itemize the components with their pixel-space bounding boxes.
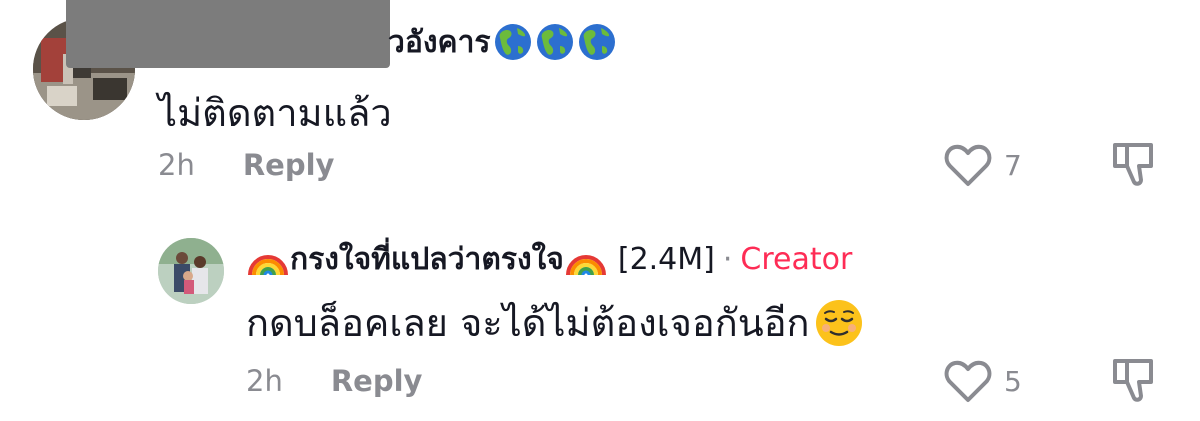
reply-meta: 2h Reply (246, 364, 422, 398)
comment-meta: 2h Reply (158, 148, 334, 182)
heart-outline-icon (944, 144, 992, 186)
globe-americas-emoji (578, 24, 615, 60)
rainbow-emoji (248, 255, 288, 276)
reply-button[interactable]: Reply (243, 148, 335, 182)
comment-username[interactable]: วอังคาร (388, 20, 617, 64)
username-text: วอังคาร (388, 24, 491, 60)
redacted-username (66, 0, 390, 68)
creator-badge: Creator (740, 241, 853, 277)
globe-americas-emoji (536, 24, 573, 60)
separator-dot: · (722, 241, 733, 277)
relieved-face-emoji (815, 299, 862, 346)
avatar-image (158, 238, 224, 304)
globe-americas-emoji (494, 24, 531, 60)
like-button[interactable]: 5 (944, 358, 1022, 404)
reply-username[interactable]: กรงใจที่แปลว่าตรงใจ [2.4M] · Creator (246, 236, 852, 282)
reply-avatar[interactable] (158, 238, 224, 304)
dislike-icon (1113, 143, 1153, 186)
comment-time: 2h (158, 148, 195, 182)
heart-outline-icon (944, 360, 992, 402)
reply-text-content: กดบล็อคเลย จะได้ไม่ต้องเจอกันอีก (246, 301, 810, 345)
reply-button[interactable]: Reply (331, 364, 423, 398)
comment-text: ไม่ติดตามแล้ว (158, 91, 392, 135)
dislike-icon (1113, 359, 1153, 402)
reply-time: 2h (246, 364, 283, 398)
dislike-button[interactable] (1111, 356, 1157, 408)
like-count: 7 (1004, 148, 1022, 182)
username-text: กรงใจที่แปลว่าตรงใจ (290, 241, 564, 277)
like-count: 5 (1004, 364, 1022, 398)
dislike-button[interactable] (1111, 140, 1157, 192)
rainbow-emoji (565, 255, 606, 276)
reply-text: กดบล็อคเลย จะได้ไม่ต้องเจอกันอีก (246, 292, 864, 353)
like-button[interactable]: 7 (944, 142, 1022, 188)
follower-count: [2.4M] (617, 241, 715, 277)
